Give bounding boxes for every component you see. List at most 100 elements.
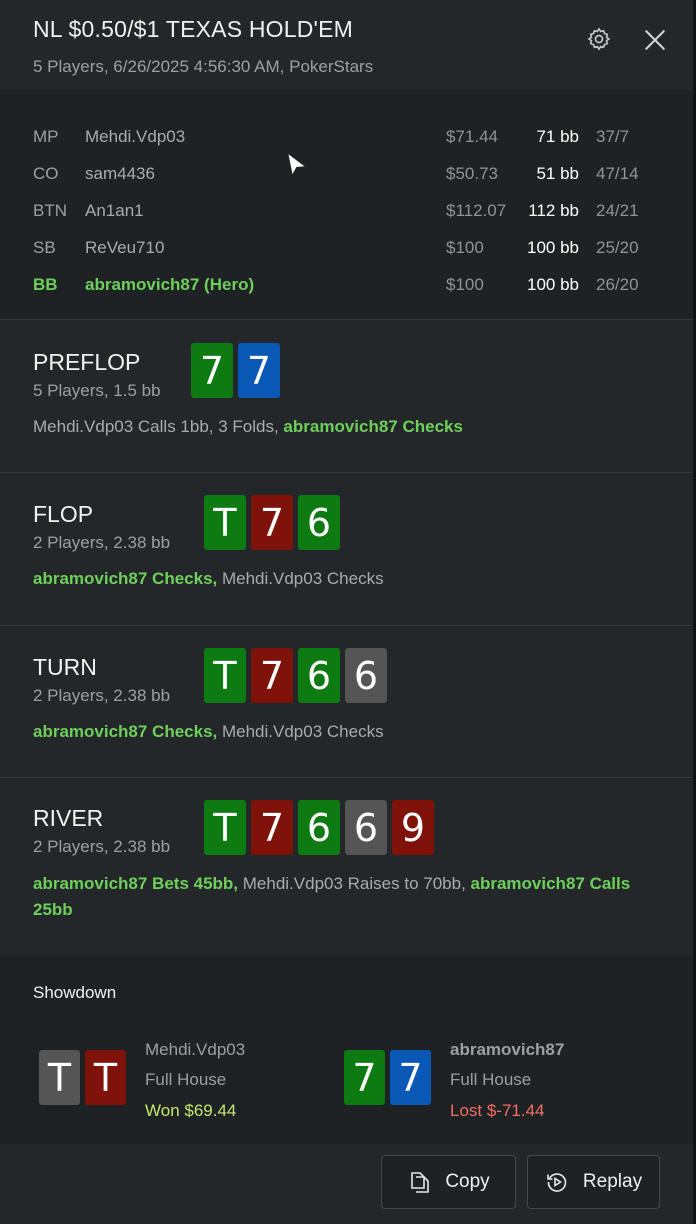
street-name: FLOP [33,501,94,527]
card: 7 [344,1050,385,1105]
street-preflop: PREFLOP 5 Players, 1.5 bb 7 7 Mehdi.Vdp0… [0,320,693,473]
player-name: Mehdi.Vdp03 [85,127,186,146]
street-name: TURN [33,654,97,680]
street-info: 5 Players, 1.5 bb [33,381,161,400]
cursor-icon [286,151,308,178]
player-position: SB [33,238,56,257]
card: 7 [251,648,293,703]
street-info: 2 Players, 2.38 bb [33,686,171,705]
player-stats: 24/21 [596,201,639,220]
card: 6 [345,800,387,855]
copy-label: Copy [445,1171,490,1192]
hero-action-text: abramovich87 Checks, [33,722,218,741]
player-stack-money: $71.44 [446,127,498,146]
board-cards: T 7 6 6 9 [204,800,434,855]
player-stack-money: $100 [446,275,484,294]
action-text: Mehdi.Vdp03 Checks [217,569,384,588]
close-icon[interactable] [641,26,669,54]
street-name: PREFLOP [33,349,141,375]
action-text: Mehdi.Vdp03 Raises to 70bb, [238,874,471,893]
card: 6 [298,648,340,703]
player-row-hero: BB abramovich87 (Hero) $100 100 bb 26/20 [0,275,693,305]
card: 7 [191,343,233,398]
player-stack-bb: 71 bb [536,127,579,146]
player-position: BTN [33,201,67,220]
card: 6 [298,495,340,550]
card: T [85,1050,126,1105]
player-stack-money: $112.07 [446,201,507,220]
page-title: NL $0.50/$1 TEXAS HOLD'EM [33,16,354,42]
player-stack-bb: 100 bb [527,238,579,257]
player-position: BB [33,275,58,294]
showdown-hand-rank: Full House [145,1070,227,1089]
showdown-player-name: abramovich87 [450,1040,565,1059]
copy-icon [411,1172,430,1193]
card: T [204,648,246,703]
copy-button[interactable]: Copy [381,1155,516,1209]
card: 7 [251,800,293,855]
player-stats: 26/20 [596,275,639,294]
card: 7 [238,343,280,398]
replay-button[interactable]: Replay [527,1155,660,1209]
player-name: abramovich87 (Hero) [85,275,255,294]
showdown-result: Lost $-71.44 [450,1101,545,1120]
player-row: CO sam4436 $50.73 51 bb 47/14 [0,164,693,194]
hole-cards: 7 7 [344,1050,431,1105]
action-text: Mehdi.Vdp03 Calls 1bb, 3 Folds, [33,417,284,436]
showdown-player-name: Mehdi.Vdp03 [145,1040,246,1059]
player-name: sam4436 [85,164,155,183]
street-turn: TURN 2 Players, 2.38 bb T 7 6 6 abramovi… [0,626,693,778]
hero-action-text: abramovich87 Checks, [33,569,218,588]
player-row: BTN An1an1 $112.07 112 bb 24/21 [0,201,693,231]
gear-icon[interactable] [586,26,612,52]
street-actions: abramovich87 Checks, Mehdi.Vdp03 Checks [33,566,663,592]
showdown-section: Showdown T T Mehdi.Vdp03 Full House Won … [0,956,693,1144]
player-stack-money: $100 [446,238,484,257]
card: 7 [390,1050,431,1105]
player-stack-bb: 100 bb [527,275,579,294]
player-stats: 25/20 [596,238,639,257]
street-river: RIVER 2 Players, 2.38 bb T 7 6 6 9 abram… [0,778,693,956]
player-stats: 47/14 [596,164,639,183]
street-info: 2 Players, 2.38 bb [33,837,171,856]
card: 9 [392,800,434,855]
card: T [39,1050,80,1105]
street-flop: FLOP 2 Players, 2.38 bb T 7 6 abramovich… [0,473,693,626]
replay-label: Replay [582,1171,643,1192]
hole-cards: T T [39,1050,126,1105]
board-cards: T 7 6 [204,495,340,550]
street-actions: abramovich87 Checks, Mehdi.Vdp03 Checks [33,719,663,745]
player-position: MP [33,127,59,146]
hand-subtitle: 5 Players, 6/26/2025 4:56:30 AM, PokerSt… [33,57,374,76]
card: 6 [298,800,340,855]
showdown-hand-rank: Full House [450,1070,532,1089]
board-cards: T 7 6 6 [204,648,387,703]
street-name: RIVER [33,805,104,831]
player-name: An1an1 [85,201,144,220]
header: NL $0.50/$1 TEXAS HOLD'EM 5 Players, 6/2… [0,0,693,90]
players-table: MP Mehdi.Vdp03 $71.44 71 bb 37/7 CO sam4… [0,90,693,320]
hero-action-text: abramovich87 Checks [283,417,463,436]
showdown-title: Showdown [33,983,117,1002]
card: T [204,800,246,855]
player-stack-money: $50.73 [446,164,498,183]
hole-cards: 7 7 [191,343,280,398]
player-position: CO [33,164,59,183]
player-row: MP Mehdi.Vdp03 $71.44 71 bb 37/7 [0,127,693,157]
footer: Copy Replay [0,1144,693,1224]
card: 6 [345,648,387,703]
player-stack-bb: 51 bb [536,164,579,183]
street-actions: abramovich87 Bets 45bb, Mehdi.Vdp03 Rais… [33,871,663,923]
player-row: SB ReVeu710 $100 100 bb 25/20 [0,238,693,268]
player-stats: 37/7 [596,127,630,146]
hero-action-text: abramovich87 Bets 45bb, [33,874,239,893]
showdown-result: Won $69.44 [145,1101,237,1120]
hand-history-panel: NL $0.50/$1 TEXAS HOLD'EM 5 Players, 6/2… [0,0,693,1224]
replay-icon [547,1173,567,1192]
action-text: Mehdi.Vdp03 Checks [217,722,384,741]
card: 7 [251,495,293,550]
street-actions: Mehdi.Vdp03 Calls 1bb, 3 Folds, abramovi… [33,414,663,440]
street-info: 2 Players, 2.38 bb [33,533,171,552]
player-stack-bb: 112 bb [528,201,579,220]
card: T [204,495,246,550]
